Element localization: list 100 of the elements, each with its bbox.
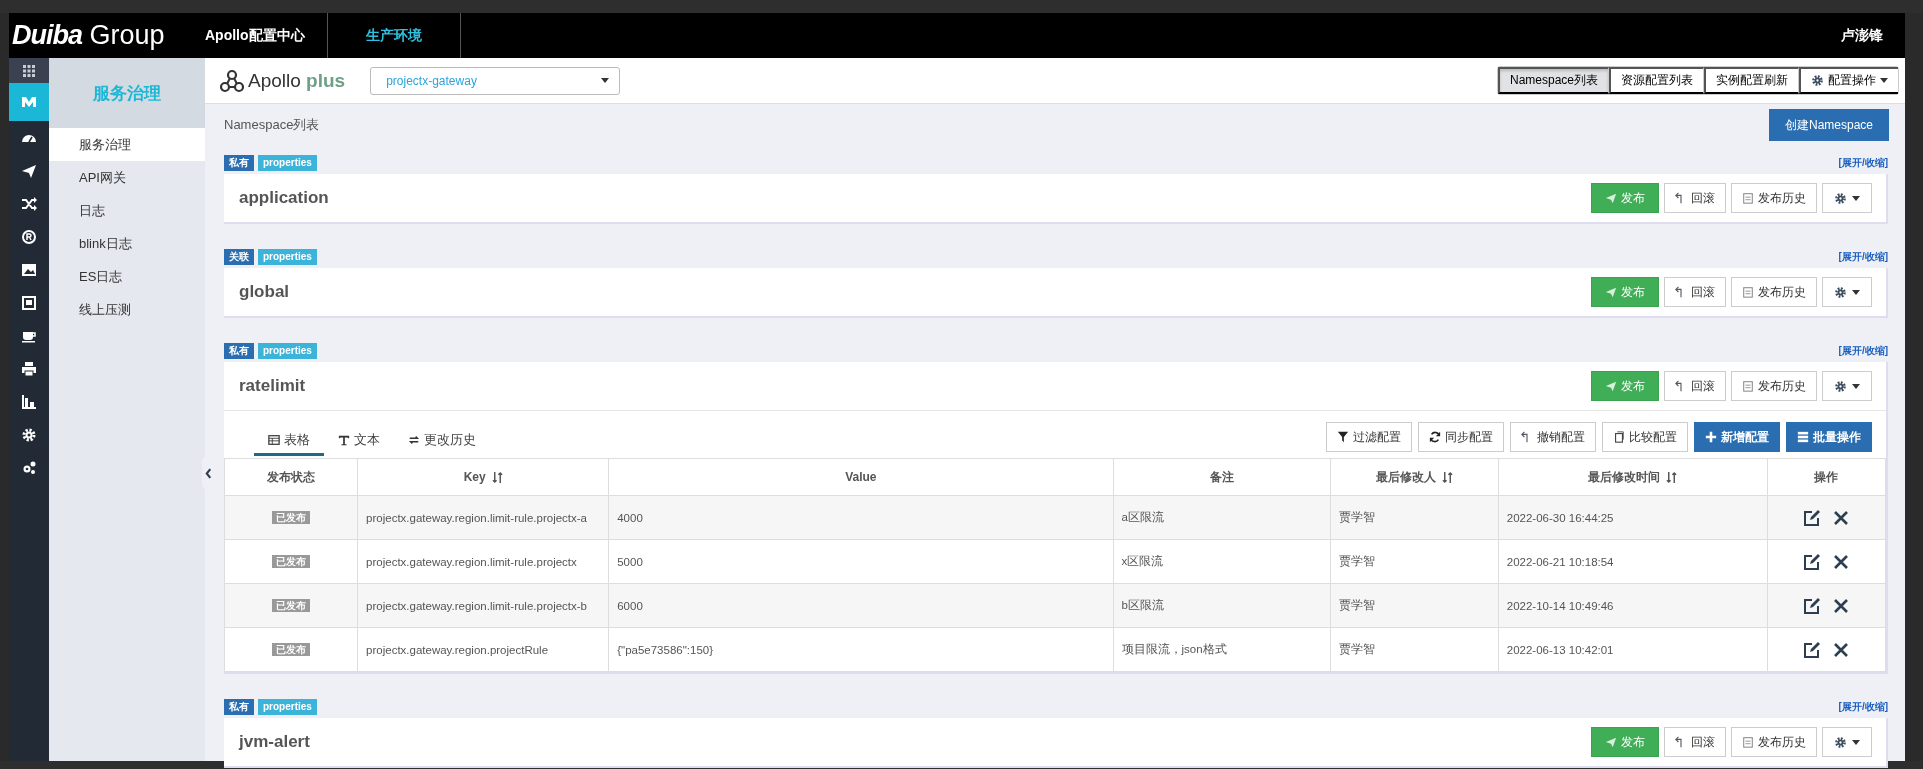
refresh-icon — [1429, 431, 1441, 443]
image-icon — [21, 261, 37, 278]
format-tag: properties — [258, 698, 317, 715]
section-title: Namespace列表 — [224, 116, 320, 134]
shuffle-icon — [21, 195, 37, 212]
gear-icon — [1834, 191, 1847, 205]
sort-icon[interactable] — [1441, 470, 1453, 484]
view-tab[interactable]: 资源配置列表 — [1609, 67, 1704, 94]
edit-icon[interactable] — [1803, 552, 1822, 571]
comment-cell: b区限流 — [1121, 599, 1164, 611]
view-tab[interactable]: 更改历史 — [394, 431, 490, 456]
rollback-button[interactable]: 回滚 — [1664, 277, 1726, 307]
expand-link[interactable]: [展开/收缩] — [1838, 699, 1888, 714]
caret-icon — [1880, 78, 1888, 83]
settings-dropdown[interactable] — [1822, 727, 1872, 757]
namespace-name: jvm-alert — [239, 732, 310, 752]
gear-icon — [1834, 735, 1847, 749]
caret-icon — [1852, 195, 1860, 201]
key-cell: projectx.gateway.region.limit-rule.projectx — [366, 555, 577, 568]
sidebar-item[interactable]: API网关 — [49, 161, 205, 194]
time-cell: 2022-10-14 10:49:46 — [1506, 599, 1614, 612]
chart-icon — [21, 393, 37, 410]
scope-tag: 私有 — [224, 698, 254, 715]
send-icon — [1605, 192, 1617, 204]
column-header[interactable]: 操作 — [1814, 468, 1839, 486]
table-icon — [268, 434, 280, 446]
send-icon — [1605, 736, 1617, 748]
calendar-icon — [1742, 380, 1754, 392]
column-header[interactable]: Key — [463, 470, 503, 484]
key-cell: projectx.gateway.region.projectRule — [366, 643, 549, 656]
delete-icon[interactable] — [1833, 553, 1850, 570]
gear-icon — [21, 426, 37, 443]
sidebar-item[interactable]: blink日志 — [49, 227, 205, 260]
expand-link[interactable]: [展开/收缩] — [1838, 343, 1888, 358]
user-name[interactable]: 卢澎锋 — [1841, 26, 1883, 45]
column-header[interactable]: 发布状态 — [267, 468, 316, 486]
text-icon — [338, 434, 350, 446]
status-badge: 已发布 — [272, 598, 311, 612]
delete-icon[interactable] — [1833, 509, 1850, 526]
sidebar-item[interactable]: 服务治理 — [49, 128, 205, 161]
view-tab[interactable]: 文本 — [324, 431, 394, 456]
send-icon — [1605, 380, 1617, 392]
view-tab[interactable]: 实例配置刷新 — [1704, 67, 1799, 94]
filter-button[interactable]: 过滤配置 — [1326, 422, 1412, 452]
value-cell: 6000 — [617, 599, 643, 612]
brand-logo: Duiba Group — [11, 20, 166, 51]
compare-button[interactable]: 比较配置 — [1602, 422, 1688, 452]
modifier-cell: 贾学智 — [1338, 511, 1375, 523]
logo-icon — [21, 94, 37, 110]
history-button[interactable]: 发布历史 — [1731, 727, 1817, 757]
edit-icon[interactable] — [1803, 640, 1822, 659]
delete-icon[interactable] — [1833, 597, 1850, 614]
edit-icon[interactable] — [1803, 508, 1822, 527]
settings-dropdown[interactable] — [1822, 371, 1872, 401]
history-button[interactable]: 发布历史 — [1731, 277, 1817, 307]
gear-icon — [1811, 74, 1824, 87]
sidebar-item[interactable]: 线上压测 — [49, 293, 205, 326]
expand-link[interactable]: [展开/收缩] — [1838, 155, 1888, 170]
revert-button[interactable]: 撤销配置 — [1510, 422, 1596, 452]
gear-icon — [1834, 379, 1847, 393]
history-button[interactable]: 发布历史 — [1731, 183, 1817, 213]
rollback-button[interactable]: 回滚 — [1664, 371, 1726, 401]
swap-icon — [408, 434, 420, 446]
modifier-cell: 贾学智 — [1338, 643, 1375, 655]
comment-cell: x区限流 — [1121, 555, 1164, 567]
sort-icon[interactable] — [1666, 470, 1678, 484]
column-header[interactable]: 备注 — [1209, 468, 1234, 486]
batch-button[interactable]: 批量操作 — [1786, 422, 1872, 452]
add-button[interactable]: 新增配置 — [1694, 422, 1780, 452]
settings-dropdown[interactable] — [1822, 277, 1872, 307]
sort-icon[interactable] — [491, 470, 503, 484]
format-tag: properties — [258, 248, 317, 265]
calendar-icon — [1742, 192, 1754, 204]
history-button[interactable]: 发布历史 — [1731, 371, 1817, 401]
send-icon — [21, 162, 37, 179]
format-tag: properties — [258, 342, 317, 359]
rail-item[interactable] — [9, 58, 49, 83]
caret-icon — [1852, 383, 1860, 389]
value-cell: 5000 — [617, 555, 643, 568]
delete-icon[interactable] — [1833, 641, 1850, 658]
plus-icon — [1705, 431, 1717, 443]
config-ops-dropdown[interactable]: 配置操作 — [1799, 67, 1898, 94]
view-tab[interactable]: Namespace列表 — [1497, 67, 1609, 94]
time-cell: 2022-06-30 16:44:25 — [1506, 511, 1614, 524]
sidebar-item[interactable]: 日志 — [49, 194, 205, 227]
create-namespace-button[interactable]: 创建Namespace — [1768, 109, 1889, 141]
settings-dropdown[interactable] — [1822, 183, 1872, 213]
column-header[interactable]: Value — [845, 470, 877, 484]
sync-button[interactable]: 同步配置 — [1418, 422, 1504, 452]
expand-link[interactable]: [展开/收缩] — [1838, 249, 1888, 264]
column-header[interactable]: 最后修改时间 — [1588, 468, 1678, 486]
sidebar-item[interactable]: ES日志 — [49, 260, 205, 293]
status-badge: 已发布 — [272, 642, 311, 656]
rollback-button[interactable]: 回滚 — [1664, 183, 1726, 213]
rollback-button[interactable]: 回滚 — [1664, 727, 1726, 757]
format-tag: properties — [258, 154, 317, 171]
edit-icon[interactable] — [1803, 596, 1822, 615]
gears-icon — [21, 459, 37, 476]
modifier-cell: 贾学智 — [1338, 555, 1375, 567]
time-cell: 2022-06-13 10:42:01 — [1506, 643, 1614, 656]
